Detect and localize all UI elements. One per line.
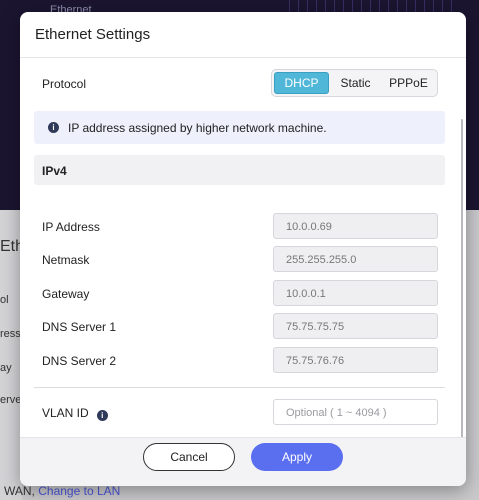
background-label: ay xyxy=(0,362,12,374)
ip-address-label: IP Address xyxy=(42,220,100,234)
info-icon: i xyxy=(48,122,59,133)
info-text: IP address assigned by higher network ma… xyxy=(68,120,327,135)
dns-server-1-field: 75.75.75.75 xyxy=(273,313,438,339)
scrollbar[interactable] xyxy=(461,119,463,477)
background-label: ress xyxy=(0,328,21,340)
protocol-option-dhcp[interactable]: DHCP xyxy=(274,72,329,94)
apply-button[interactable]: Apply xyxy=(251,443,343,471)
dialog-body[interactable]: Protocol DHCP Static PPPoE i IP address … xyxy=(20,59,466,477)
dns-server-2-field: 75.75.76.76 xyxy=(273,347,438,373)
gateway-label: Gateway xyxy=(42,287,90,301)
dns-server-2-label: DNS Server 2 xyxy=(42,354,117,368)
background-footer: WAN, Change to LAN xyxy=(4,484,120,498)
netmask-label: Netmask xyxy=(42,253,90,267)
background-label: ol xyxy=(0,294,9,306)
vlan-id-placeholder: Optional ( 1 ~ 4094 ) xyxy=(286,407,387,419)
info-banner: i IP address assigned by higher network … xyxy=(34,111,445,144)
gateway-field: 10.0.0.1 xyxy=(273,280,438,306)
dialog-footer: Cancel Apply xyxy=(20,437,466,486)
cancel-button[interactable]: Cancel xyxy=(143,443,235,471)
ip-address-field: 10.0.0.69 xyxy=(273,213,438,239)
change-to-lan-link[interactable]: Change to LAN xyxy=(38,484,120,498)
vlan-id-label: VLAN ID xyxy=(42,406,89,420)
protocol-selector: DHCP Static PPPoE xyxy=(271,69,438,97)
vlan-id-input[interactable]: Optional ( 1 ~ 4094 ) xyxy=(273,399,438,425)
vlan-id-label-row: VLAN ID i xyxy=(42,406,108,421)
protocol-option-pppoe[interactable]: PPPoE xyxy=(382,72,435,94)
ethernet-settings-dialog: Ethernet Settings Protocol DHCP Static P… xyxy=(20,12,466,486)
protocol-option-static[interactable]: Static xyxy=(329,72,382,94)
dialog-header: Ethernet Settings xyxy=(20,12,466,58)
section-title-ipv4: IPv4 xyxy=(34,155,445,185)
dialog-title: Ethernet Settings xyxy=(35,26,151,43)
divider xyxy=(34,387,445,388)
help-icon[interactable]: i xyxy=(96,410,108,421)
netmask-field: 255.255.255.0 xyxy=(273,246,438,272)
background-footer-text: WAN, xyxy=(4,484,35,498)
dns-server-1-label: DNS Server 1 xyxy=(42,320,117,334)
protocol-label: Protocol xyxy=(42,77,87,91)
